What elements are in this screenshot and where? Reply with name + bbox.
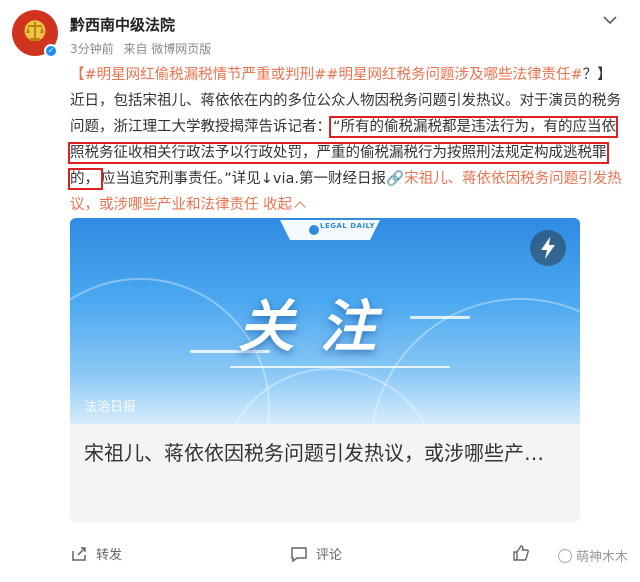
hashtag-link[interactable]: #明星网红偷税漏税情节严重或判刑# (85, 67, 327, 83)
chevron-up-icon (294, 201, 306, 213)
hashtag-link[interactable]: #明星网红税务问题涉及哪些法律责任# (326, 67, 582, 83)
comment-button[interactable]: 评论 (290, 544, 342, 563)
repost-label: 转发 (96, 548, 123, 563)
post-header: ✓ 黔西南中级法院 3分钟前 来自 微博网页版 (0, 0, 640, 64)
link-icon: 🔗 (386, 171, 405, 187)
card-watermark: 法治日报 (84, 400, 137, 415)
court-emblem-icon (26, 22, 44, 41)
site-logo-icon (557, 548, 572, 563)
card-big-title: 关注 (238, 295, 402, 360)
comment-icon (291, 546, 307, 562)
collapse-button[interactable]: 收起 (263, 197, 306, 213)
card-caption[interactable]: 宋祖儿、蒋依依因税务问题引发热议，或涉哪些产… (84, 436, 564, 470)
chevron-down-icon[interactable] (600, 10, 620, 30)
site-name: 萌神木木 (575, 550, 628, 565)
article-card[interactable]: LEGAL DAILY 关注 法治日报 宋祖儿、蒋依依因税务问题引发热议，或涉哪… (70, 218, 580, 522)
verified-badge-icon: ✓ (44, 44, 58, 58)
comment-label: 评论 (316, 548, 343, 563)
like-button[interactable] (512, 544, 538, 562)
thumbs-up-icon (513, 545, 529, 561)
author-name[interactable]: 黔西南中级法院 (70, 14, 175, 35)
card-image: LEGAL DAILY 关注 法治日报 (70, 218, 580, 424)
site-watermark: 萌神木木 (557, 546, 628, 565)
logo-text: LEGAL DAILY (320, 222, 376, 230)
post-meta: 3分钟前 来自 微博网页版 (70, 40, 217, 57)
post-source: 来自 微博网页版 (123, 42, 212, 56)
post-text-segment: 应当追究刑事责任。”详见↓via.第一财经日报 (101, 171, 387, 187)
repost-button[interactable]: 转发 (70, 544, 122, 563)
post-body: 【#明星网红偷税漏税情节严重或判刑##明星网红税务问题涉及哪些法律责任#？】近日… (67, 62, 622, 218)
post-footer: 转发 评论 萌神木木 (0, 536, 640, 572)
tag-bracket: 【 (70, 67, 85, 83)
share-icon (72, 546, 86, 561)
lightning-icon (541, 237, 555, 259)
post-time: 3分钟前 (70, 42, 114, 56)
flash-badge (530, 230, 566, 266)
